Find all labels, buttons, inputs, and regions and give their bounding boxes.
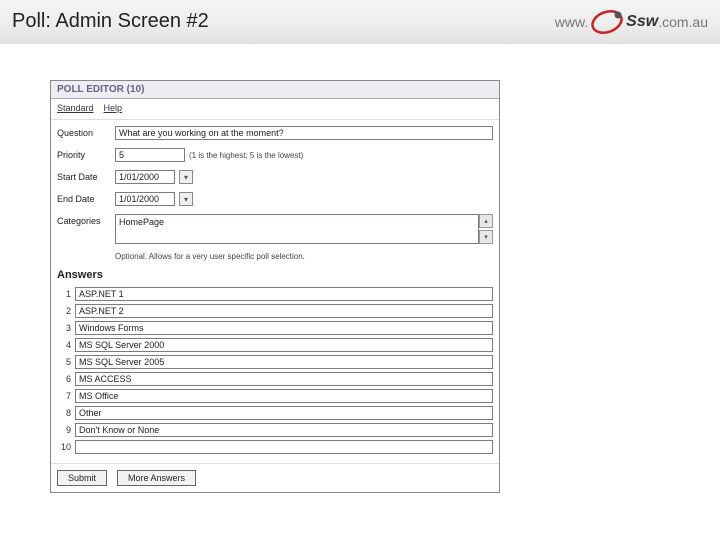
- answer-number: 8: [57, 408, 71, 418]
- label-priority: Priority: [57, 148, 115, 160]
- answer-input[interactable]: [75, 389, 493, 403]
- answer-number: 2: [57, 306, 71, 316]
- categories-scrollbar[interactable]: ▴ ▾: [479, 214, 493, 244]
- answer-row: 6: [57, 372, 493, 386]
- answer-row: 1: [57, 287, 493, 301]
- scroll-up-icon[interactable]: ▴: [479, 214, 493, 228]
- label-categories: Categories: [57, 214, 115, 226]
- scroll-down-icon[interactable]: ▾: [479, 230, 493, 244]
- answer-input[interactable]: [75, 338, 493, 352]
- row-categories-note: Optional. Allows for a very user specifi…: [57, 252, 493, 261]
- editor-form: Question Priority (1 is the highest; 5 i…: [51, 120, 499, 463]
- answer-number: 9: [57, 425, 71, 435]
- slide-header: Poll: Admin Screen #2 www. Ssw .com.au: [0, 0, 720, 44]
- answer-input[interactable]: [75, 355, 493, 369]
- answer-input[interactable]: [75, 440, 493, 454]
- answer-number: 1: [57, 289, 71, 299]
- logo-tld: .com.au: [658, 14, 708, 30]
- answer-input[interactable]: [75, 423, 493, 437]
- answer-input[interactable]: [75, 287, 493, 301]
- priority-input[interactable]: [115, 148, 185, 162]
- more-answers-button[interactable]: More Answers: [117, 470, 196, 486]
- question-input[interactable]: [115, 126, 493, 140]
- label-end-date: End Date: [57, 192, 115, 204]
- logo-text: Ssw: [626, 13, 658, 31]
- start-date-input[interactable]: [115, 170, 175, 184]
- answer-number: 6: [57, 374, 71, 384]
- answer-row: 10: [57, 440, 493, 454]
- row-question: Question: [57, 126, 493, 140]
- ssw-orbit-icon: [590, 7, 624, 37]
- answer-number: 3: [57, 323, 71, 333]
- answer-input[interactable]: [75, 372, 493, 386]
- end-date-input[interactable]: [115, 192, 175, 206]
- answer-input[interactable]: [75, 321, 493, 335]
- priority-note: (1 is the highest; 5 is the lowest): [189, 151, 303, 160]
- calendar-icon[interactable]: ▾: [179, 192, 193, 206]
- spacer: [0, 44, 720, 80]
- row-categories: Categories HomePage ▴ ▾: [57, 214, 493, 244]
- tab-help[interactable]: Help: [104, 103, 123, 113]
- answer-number: 4: [57, 340, 71, 350]
- answer-row: 9: [57, 423, 493, 437]
- editor-buttons: Submit More Answers: [51, 463, 499, 492]
- page-title: Poll: Admin Screen #2: [12, 10, 209, 33]
- editor-title: POLL EDITOR (10): [51, 81, 499, 99]
- category-item[interactable]: HomePage: [119, 217, 475, 227]
- logo-www: www.: [555, 14, 588, 30]
- ssw-logo: www. Ssw .com.au: [555, 7, 708, 37]
- poll-editor-window: POLL EDITOR (10) Standard Help Question …: [50, 80, 500, 493]
- answer-row: 8: [57, 406, 493, 420]
- answer-number: 7: [57, 391, 71, 401]
- answer-input[interactable]: [75, 304, 493, 318]
- submit-button[interactable]: Submit: [57, 470, 107, 486]
- row-priority: Priority (1 is the highest; 5 is the low…: [57, 148, 493, 162]
- answer-row: 4: [57, 338, 493, 352]
- answer-row: 2: [57, 304, 493, 318]
- answer-number: 5: [57, 357, 71, 367]
- categories-note: Optional. Allows for a very user specifi…: [115, 252, 305, 261]
- categories-listbox[interactable]: HomePage: [115, 214, 479, 244]
- answer-input[interactable]: [75, 406, 493, 420]
- editor-tab-bar: Standard Help: [51, 99, 499, 120]
- answers-list: 1 2 3 4 5 6 7 8 9 10: [57, 287, 493, 454]
- calendar-icon[interactable]: ▾: [179, 170, 193, 184]
- answer-row: 5: [57, 355, 493, 369]
- label-start-date: Start Date: [57, 170, 115, 182]
- row-start-date: Start Date ▾: [57, 170, 493, 184]
- answer-row: 3: [57, 321, 493, 335]
- answer-number: 10: [57, 442, 71, 452]
- tab-standard[interactable]: Standard: [57, 103, 94, 113]
- answers-heading: Answers: [57, 269, 493, 281]
- label-question: Question: [57, 126, 115, 138]
- row-end-date: End Date ▾: [57, 192, 493, 206]
- answer-row: 7: [57, 389, 493, 403]
